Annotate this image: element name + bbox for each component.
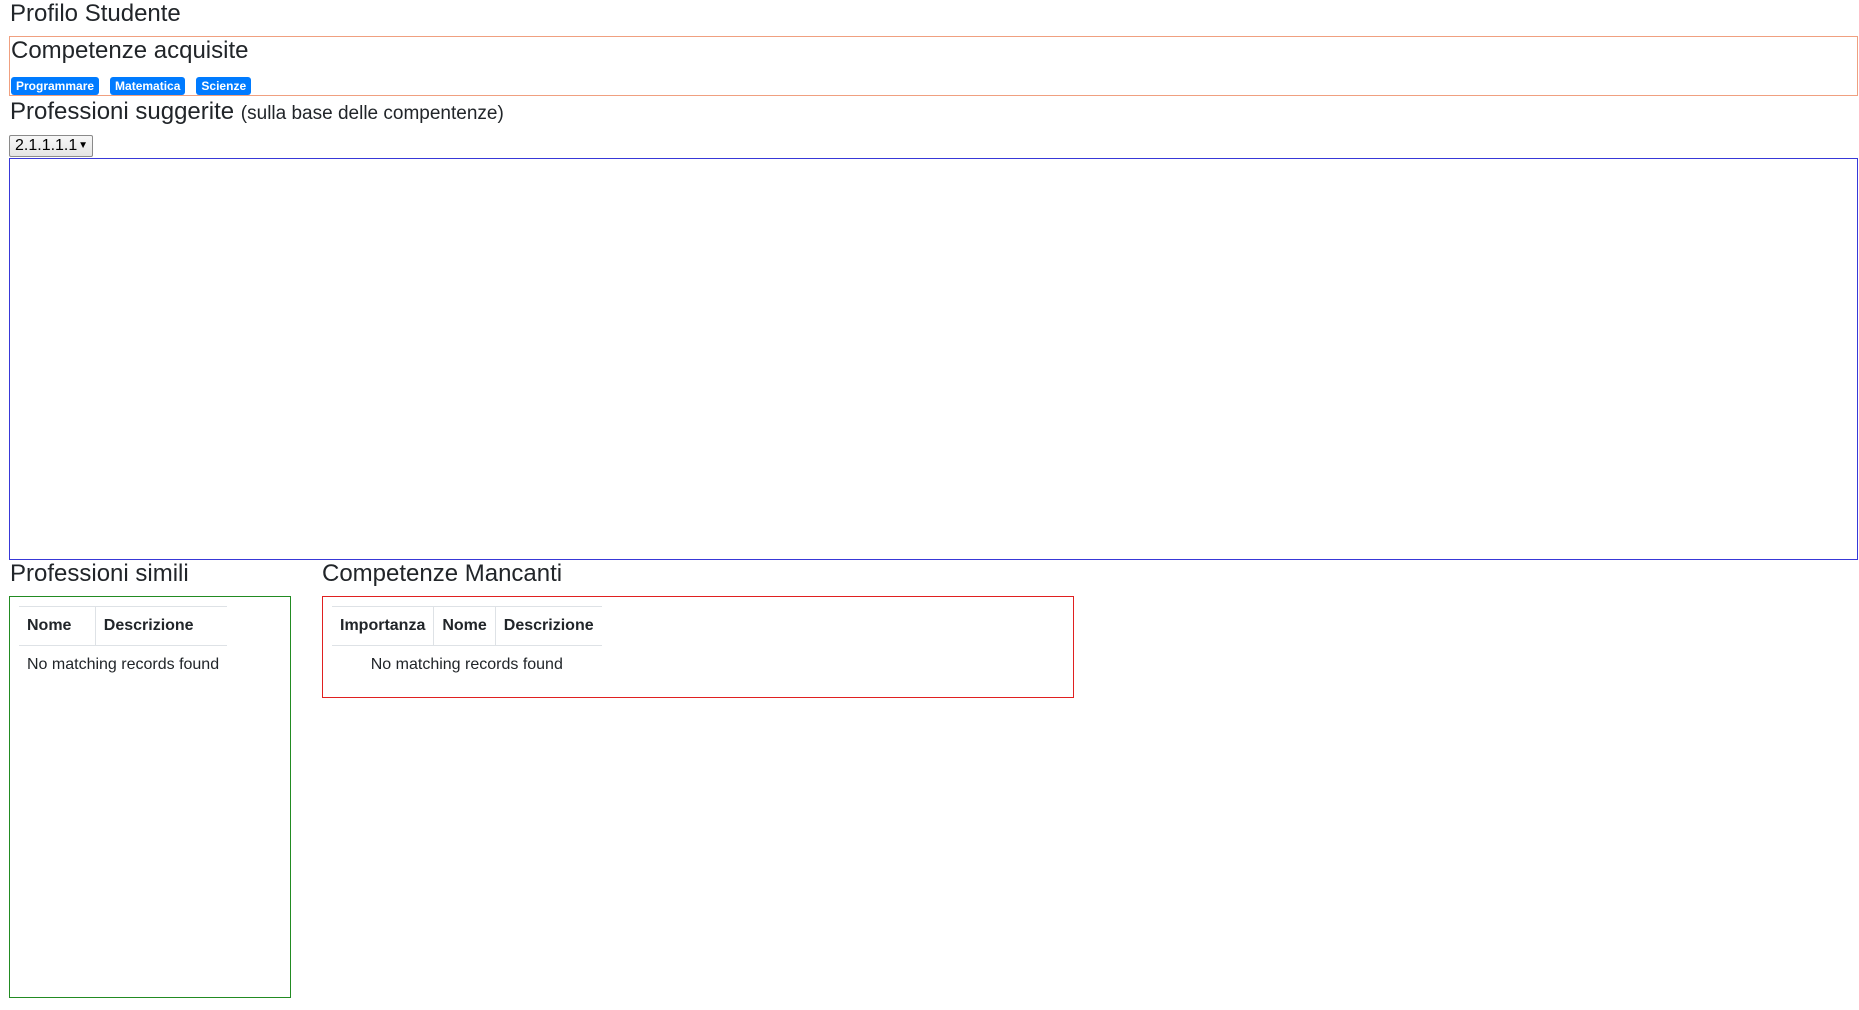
column-header-nome[interactable]: Nome — [433, 606, 496, 646]
skill-badges: Programmare Matematica Scienze — [11, 77, 252, 95]
suggested-professions-subtitle: (sulla base delle compentenze) — [240, 103, 504, 124]
column-header-nome[interactable]: Nome — [19, 606, 96, 646]
suggested-professions-graph-area[interactable] — [9, 158, 1858, 560]
column-header-descrizione[interactable]: Descrizione — [94, 606, 228, 646]
column-header-descrizione[interactable]: Descrizione — [494, 606, 602, 646]
dropdown-arrow-icon: ▼ — [78, 140, 88, 151]
missing-skills-table: Importanza Nome Descrizione No matching … — [332, 606, 602, 684]
suggested-professions-heading: Professioni suggerite (sulla base delle … — [10, 98, 504, 128]
acquired-skills-panel: Competenze acquisite Programmare Matemat… — [9, 36, 1858, 96]
table-row: No matching records found — [19, 646, 227, 685]
empty-table-message: No matching records found — [27, 656, 220, 673]
table-header-row: Importanza Nome Descrizione — [332, 606, 602, 646]
empty-table-message: No matching records found — [370, 656, 563, 673]
missing-skills-title: Competenze Mancanti — [322, 560, 563, 587]
skill-badge: Scienze — [196, 77, 252, 95]
similar-professions-title: Professioni simili — [10, 560, 189, 587]
suggested-professions-title: Professioni suggerite — [10, 98, 235, 125]
page-title: Profilo Studente — [10, 0, 181, 27]
skill-badge: Matematica — [110, 77, 186, 95]
profession-code-select[interactable]: 2.1.1.1.1 ▼ — [9, 135, 93, 157]
profession-code-value: 2.1.1.1.1 — [15, 137, 78, 154]
skill-badge: Programmare — [11, 77, 100, 95]
similar-professions-panel: Nome Descrizione No matching records fou… — [9, 596, 291, 998]
acquired-skills-title: Competenze acquisite — [11, 37, 249, 64]
table-row: No matching records found — [332, 646, 602, 685]
missing-skills-panel: Importanza Nome Descrizione No matching … — [322, 596, 1074, 698]
page: Profilo Studente Competenze acquisite Pr… — [0, 0, 1859, 1010]
column-header-importanza[interactable]: Importanza — [332, 606, 434, 646]
similar-professions-table: Nome Descrizione No matching records fou… — [19, 606, 228, 685]
table-header-row: Nome Descrizione — [19, 606, 228, 646]
